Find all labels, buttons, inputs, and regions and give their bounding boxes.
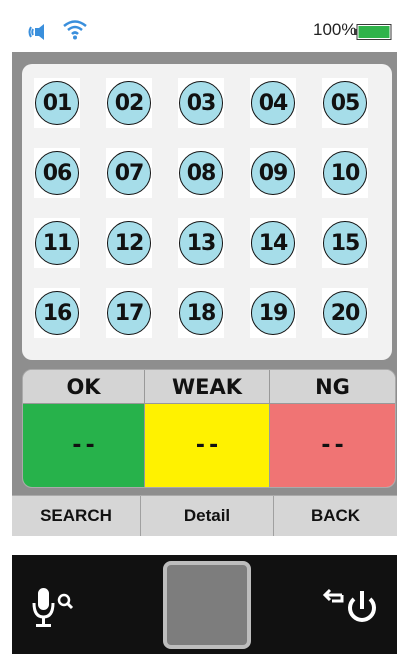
cell-ball-12[interactable]: 12 [107, 221, 151, 265]
cell-ball-15[interactable]: 15 [323, 221, 367, 265]
ok-value: -- [23, 404, 144, 487]
cell-slot: 16 [34, 288, 80, 338]
cell-ball-06[interactable]: 06 [35, 151, 79, 195]
cell-ball-13[interactable]: 13 [179, 221, 223, 265]
cell-ball-01[interactable]: 01 [35, 81, 79, 125]
cell-slot: 10 [322, 148, 368, 198]
volume-icon [28, 21, 48, 47]
back-button[interactable]: BACK [274, 496, 397, 536]
cell-ball-19[interactable]: 19 [251, 291, 295, 335]
cell-slot: 03 [178, 78, 224, 128]
search-button[interactable]: SEARCH [12, 496, 140, 536]
cell-ball-08[interactable]: 08 [179, 151, 223, 195]
cell-ball-16[interactable]: 16 [35, 291, 79, 335]
cell-slot: 14 [250, 218, 296, 268]
cell-ball-17[interactable]: 17 [107, 291, 151, 335]
cell-slot: 15 [322, 218, 368, 268]
cell-ball-04[interactable]: 04 [251, 81, 295, 125]
cell-slot: 04 [250, 78, 296, 128]
cell-ball-07[interactable]: 07 [107, 151, 151, 195]
battery-icon [354, 24, 392, 44]
cell-slot: 07 [106, 148, 152, 198]
cell-ball-18[interactable]: 18 [179, 291, 223, 335]
ng-column: NG -- [270, 370, 395, 487]
cell-ball-10[interactable]: 10 [323, 151, 367, 195]
cell-grid-panel: 01 02 03 04 05 06 07 08 09 10 11 12 13 14 15 16 17 18 19 20 [22, 64, 392, 360]
ng-label: NG [270, 370, 395, 404]
status-bar: 100% [12, 12, 397, 52]
cell-slot: 19 [250, 288, 296, 338]
cell-slot: 09 [250, 148, 296, 198]
cell-ball-02[interactable]: 02 [107, 81, 151, 125]
cell-ball-11[interactable]: 11 [35, 221, 79, 265]
cell-ball-14[interactable]: 14 [251, 221, 295, 265]
cell-slot: 08 [178, 148, 224, 198]
weak-column: WEAK -- [145, 370, 269, 487]
cell-slot: 05 [322, 78, 368, 128]
voice-search-icon[interactable] [32, 586, 80, 634]
back-power-icon[interactable] [322, 585, 378, 635]
cell-slot: 18 [178, 288, 224, 338]
ok-column: OK -- [23, 370, 144, 487]
home-square-icon[interactable] [162, 560, 252, 654]
cell-ball-03[interactable]: 03 [179, 81, 223, 125]
result-panel: OK -- WEAK -- NG -- [22, 369, 396, 488]
bottom-button-bar: SEARCH Detail BACK [12, 495, 397, 536]
cell-slot: 13 [178, 218, 224, 268]
ok-label: OK [23, 370, 144, 404]
ng-value: -- [270, 404, 395, 487]
cell-ball-09[interactable]: 09 [251, 151, 295, 195]
cell-slot: 11 [34, 218, 80, 268]
cell-slot: 20 [322, 288, 368, 338]
cell-slot: 06 [34, 148, 80, 198]
cell-ball-20[interactable]: 20 [323, 291, 367, 335]
cell-slot: 17 [106, 288, 152, 338]
battery-percent: 100% [313, 20, 357, 39]
cell-slot: 12 [106, 218, 152, 268]
device-screen: 100% 01 02 03 04 05 06 07 08 09 10 11 12 13 14 15 16 17 1… [12, 12, 397, 536]
weak-value: -- [145, 404, 269, 487]
cell-ball-05[interactable]: 05 [323, 81, 367, 125]
detail-button[interactable]: Detail [141, 496, 273, 536]
weak-label: WEAK [145, 370, 269, 404]
cell-slot: 02 [106, 78, 152, 128]
cell-slot: 01 [34, 78, 80, 128]
system-nav-bar [12, 555, 397, 654]
wifi-icon [62, 18, 88, 44]
